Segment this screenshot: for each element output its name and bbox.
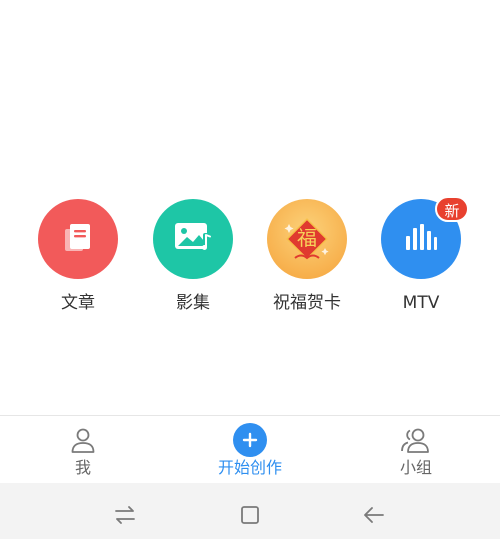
tab-group-label: 小组 [399,458,432,477]
bottom-tab-bar: 我 开始创作 小组 [0,415,500,483]
option-card-label: 祝福贺卡 [273,293,341,313]
home-square-icon[interactable] [238,503,262,527]
article-circle [38,199,118,279]
creation-options: 文章 影集 福 祝福贺卡 新 MTV [0,196,500,319]
switch-icon[interactable] [113,503,137,527]
tab-start-create[interactable]: 开始创作 [190,416,310,484]
fu-card-icon: 福 [282,214,332,264]
create-screen: 文章 影集 福 祝福贺卡 新 MTV 我 开始创作 小组 [0,0,500,539]
tab-me[interactable]: 我 [23,416,143,484]
equalizer-icon [404,222,438,256]
plus-button-wrap [233,423,267,457]
album-circle [153,199,233,279]
option-album-label: 影集 [176,293,210,313]
tab-group[interactable]: 小组 [356,416,476,484]
option-article[interactable]: 文章 [28,199,128,319]
tab-me-label: 我 [74,458,91,477]
mtv-circle: 新 [381,196,469,279]
plus-icon [233,423,267,457]
option-mtv-label: MTV [402,293,440,313]
tab-create-label: 开始创作 [217,458,282,477]
new-badge: 新 [435,196,469,222]
option-greeting-card[interactable]: 福 祝福贺卡 [257,199,357,319]
option-album[interactable]: 影集 [143,199,243,319]
document-icon [61,220,95,258]
group-icon [400,424,432,456]
card-circle: 福 [267,199,347,279]
fu-character: 福 [297,226,317,250]
back-arrow-icon[interactable] [362,503,386,527]
photo-music-icon [173,219,213,259]
option-article-label: 文章 [61,293,95,313]
person-icon [69,424,97,456]
system-nav-bar [0,483,500,539]
option-mtv[interactable]: 新 MTV [371,196,471,319]
